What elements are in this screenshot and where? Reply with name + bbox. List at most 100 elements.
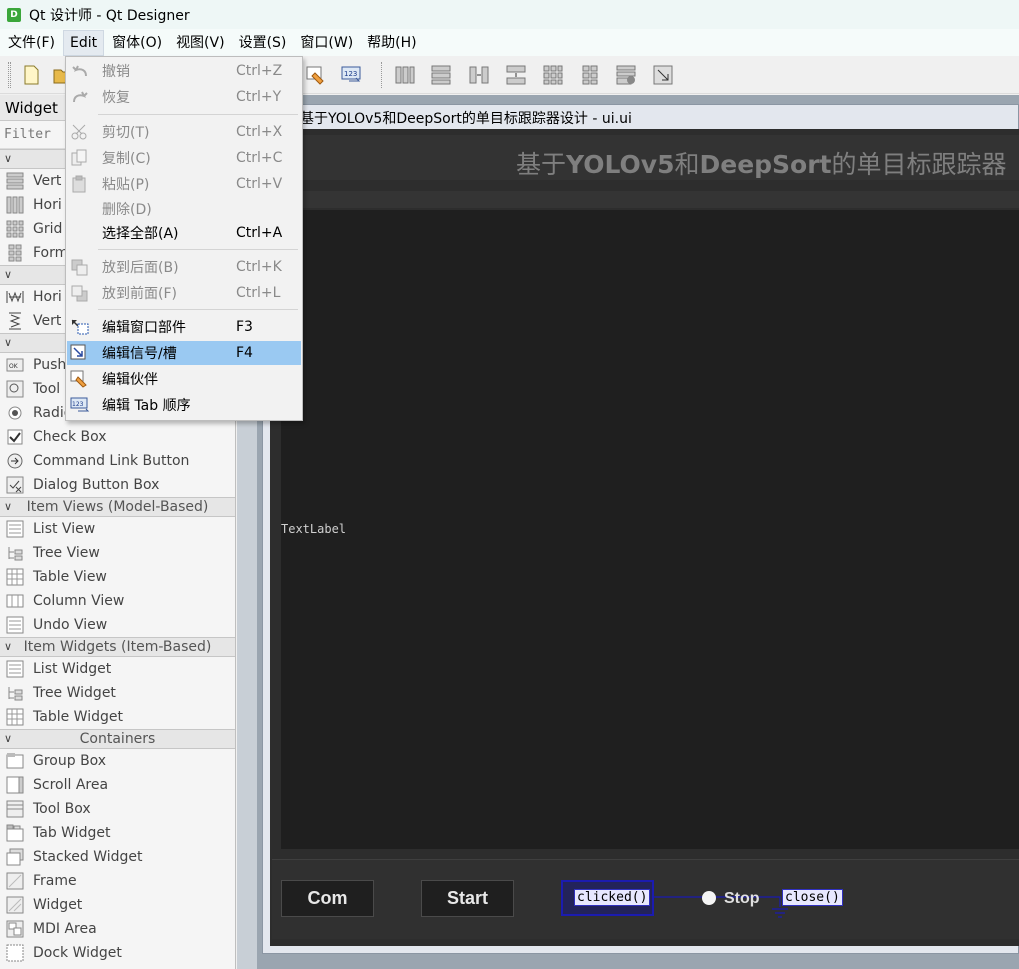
menu-cut[interactable]: 剪切(T) Ctrl+X [67, 120, 301, 144]
category-containers[interactable]: ∨ Containers [0, 729, 235, 749]
widget-widget[interactable]: Widget [0, 893, 235, 917]
list-widget-icon [6, 660, 24, 678]
form-window-title: 基于YOLOv5和DeepSort的单目标跟踪器设计 - ui.ui [300, 111, 632, 127]
widget-list-widget[interactable]: List Widget [0, 657, 235, 681]
menu-send-to-back[interactable]: 放到后面(B) Ctrl+K [67, 255, 301, 279]
check-box-icon [7, 429, 23, 445]
category-item-views[interactable]: ∨ Item Views (Model-Based) [0, 497, 235, 517]
widget-tree-widget[interactable]: Tree Widget [0, 681, 235, 705]
menu-help[interactable]: 帮助(H) [361, 30, 422, 56]
heading-part: DeepSort [699, 150, 832, 179]
widget-label: Tree Widget [33, 685, 116, 701]
widget-frame[interactable]: Frame [0, 869, 235, 893]
menu-edit-buddies[interactable]: 编辑伙伴 [67, 367, 301, 391]
title-bar: D Qt 设计师 - Qt Designer [0, 0, 1019, 29]
menu-redo[interactable]: 恢复 Ctrl+Y [67, 85, 301, 109]
menu-window[interactable]: 窗口(W) [294, 30, 359, 56]
menu-view[interactable]: 视图(V) [170, 30, 231, 56]
dialog-button-box-icon [6, 476, 24, 494]
widget-column-view[interactable]: Column View [0, 589, 235, 613]
menu-edit[interactable]: Edit [62, 29, 105, 56]
layout-grid-icon[interactable] [542, 64, 564, 86]
tool-box-icon [6, 800, 24, 818]
menu-item-shortcut: Ctrl+L [236, 285, 281, 301]
layout-horizontal-icon[interactable] [394, 64, 416, 86]
radio-button-icon [8, 406, 22, 420]
form-layout-icon [8, 244, 22, 262]
menu-form[interactable]: 窗体(O) [106, 30, 168, 56]
menu-item-shortcut: Ctrl+Z [236, 63, 283, 79]
menu-bring-to-front[interactable]: 放到前面(F) Ctrl+L [67, 281, 301, 305]
widget-scroll-area[interactable]: Scroll Area [0, 773, 235, 797]
form-heading-label[interactable]: 基于YOLOv5和DeepSort的单目标跟踪器 [516, 145, 1007, 181]
widget-tool-box[interactable]: Tool Box [0, 797, 235, 821]
slot-label[interactable]: close() [782, 889, 843, 906]
edit-tab-order-icon[interactable]: 123 [341, 64, 363, 86]
grid-layout-icon [6, 220, 24, 238]
layout-vertical-icon[interactable] [430, 64, 452, 86]
widget-table-view[interactable]: Table View [0, 565, 235, 589]
signals-slots-icon [70, 344, 86, 360]
widget-tree-view[interactable]: Tree View [0, 541, 235, 565]
menu-settings[interactable]: 设置(S) [233, 30, 293, 56]
edit-menu-dropdown: 撤销 Ctrl+Z 恢复 Ctrl+Y 剪切(T) Ctrl+X 复制(C) C… [65, 56, 303, 421]
signal-label[interactable]: clicked() [574, 889, 651, 906]
group-box-icon [6, 753, 24, 769]
layout-splitter-vertical-icon[interactable] [505, 64, 527, 86]
widget-label: MDI Area [33, 921, 97, 937]
heading-part: 基于 [516, 150, 567, 179]
edit-buddies-icon[interactable] [305, 64, 327, 86]
new-file-icon[interactable] [20, 64, 42, 86]
menu-item-shortcut: Ctrl+V [236, 176, 283, 192]
push-button-icon: OK [6, 358, 24, 372]
widget-tab-widget[interactable]: Tab Widget [0, 821, 235, 845]
break-layout-icon[interactable] [615, 64, 637, 86]
text-label[interactable]: TextLabel [281, 522, 346, 536]
menu-edit-widgets[interactable]: 编辑窗口部件 F3 [67, 315, 301, 339]
menu-select-all[interactable]: 选择全部(A) Ctrl+A [67, 221, 301, 245]
widget-dialog-button-box[interactable]: Dialog Button Box [0, 473, 235, 497]
widget-undo-view[interactable]: Undo View [0, 613, 235, 637]
start-button[interactable]: Start [421, 880, 514, 917]
widget-stacked-widget[interactable]: Stacked Widget [0, 845, 235, 869]
video-display-panel[interactable] [281, 210, 1019, 849]
toolbar-separator [381, 62, 382, 88]
menu-paste[interactable]: 粘贴(P) Ctrl+V [67, 172, 301, 196]
widget-check-box[interactable]: Check Box [0, 425, 235, 449]
vertical-spacer-icon [9, 312, 21, 330]
widget-label: Check Box [33, 429, 107, 445]
com-button[interactable]: Com [281, 880, 374, 917]
widget-table-widget[interactable]: Table Widget [0, 705, 235, 729]
menu-file[interactable]: 文件(F) [2, 30, 61, 56]
heading-part: 和 [674, 150, 700, 179]
menu-delete[interactable]: 删除(D) [67, 197, 301, 221]
menu-bar: 文件(F) Edit 窗体(O) 视图(V) 设置(S) 窗口(W) 帮助(H) [0, 29, 1019, 56]
layout-form-icon[interactable] [579, 64, 601, 86]
widget-label: Hori [33, 289, 62, 305]
tab-order-icon: 123 [70, 397, 90, 412]
adjust-size-icon[interactable] [652, 64, 674, 86]
widget-label: Vert [33, 173, 62, 189]
tree-view-icon [8, 547, 23, 561]
horizontal-spacer-icon [6, 291, 24, 303]
widget-group-box[interactable]: Group Box [0, 749, 235, 773]
category-label: Item Widgets (Item-Based) [23, 639, 212, 655]
menu-copy[interactable]: 复制(C) Ctrl+C [67, 146, 301, 170]
widget-dock-widget[interactable]: Dock Widget [0, 941, 235, 965]
widget-label: Vert [33, 313, 62, 329]
widget-command-link-button[interactable]: Command Link Button [0, 449, 235, 473]
widget-icon [6, 896, 24, 914]
widget-label: Tool [33, 381, 61, 397]
widget-mdi-area[interactable]: MDI Area [0, 917, 235, 941]
chevron-down-icon: ∨ [4, 732, 13, 745]
stop-button[interactable]: Stop [724, 890, 760, 908]
menu-edit-tab-order[interactable]: 123 编辑 Tab 顺序 [67, 393, 301, 417]
widget-label: Stacked Widget [33, 849, 143, 865]
menu-undo[interactable]: 撤销 Ctrl+Z [67, 59, 301, 83]
layout-splitter-horizontal-icon[interactable] [468, 64, 490, 86]
toolbar-grip[interactable] [8, 62, 11, 88]
category-item-widgets[interactable]: ∨ Item Widgets (Item-Based) [0, 637, 235, 657]
menu-edit-signals-slots[interactable]: 编辑信号/槽 F4 [67, 341, 301, 365]
menu-item-label: 编辑 Tab 顺序 [102, 398, 191, 414]
widget-list-view[interactable]: List View [0, 517, 235, 541]
